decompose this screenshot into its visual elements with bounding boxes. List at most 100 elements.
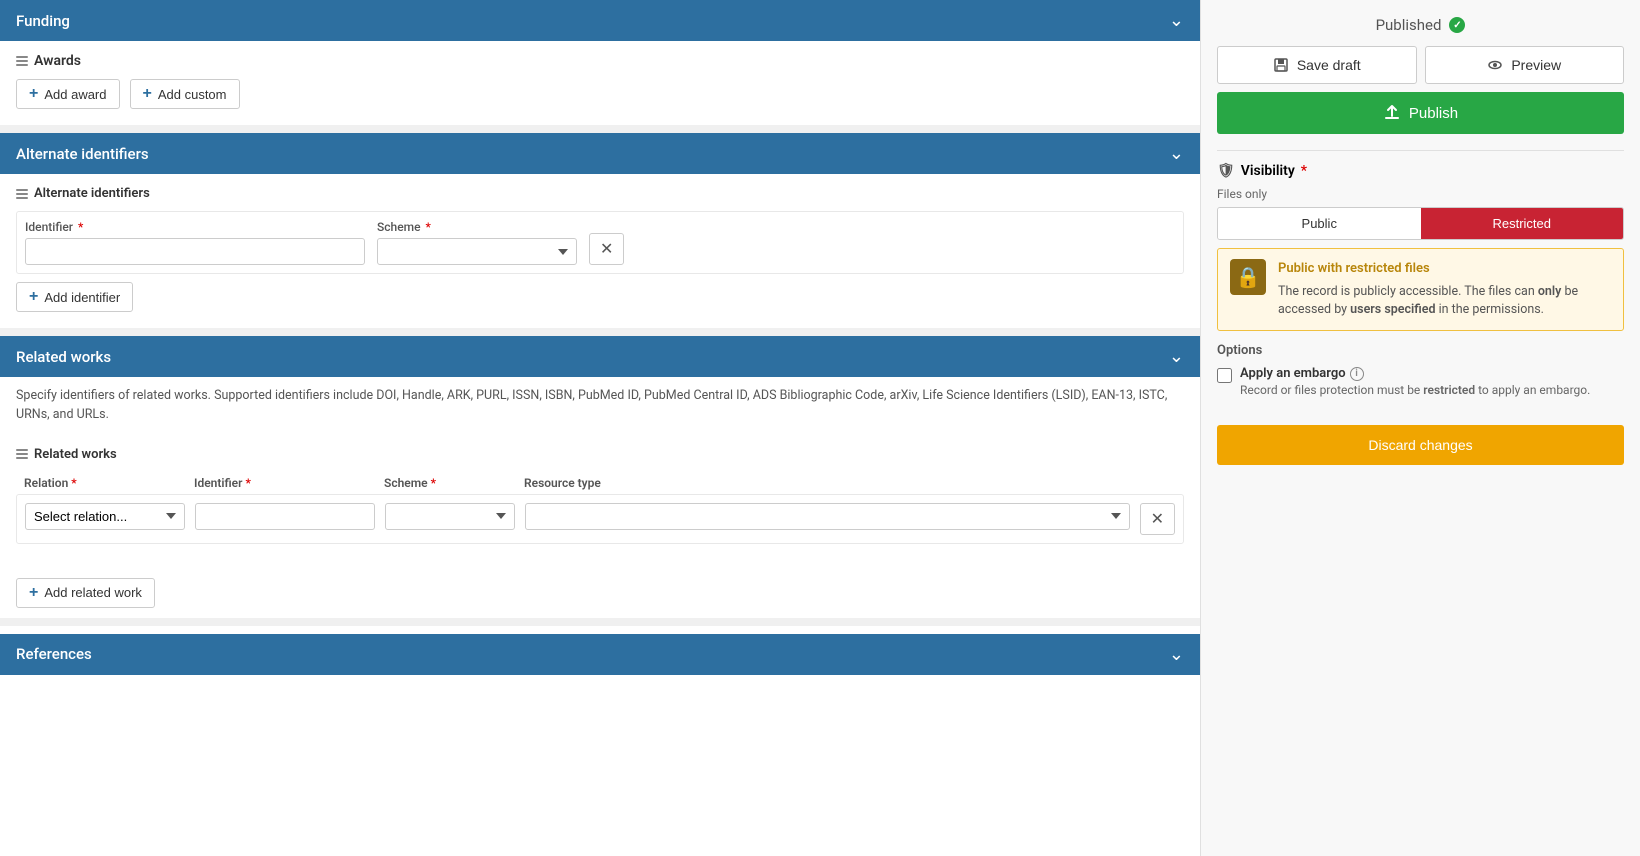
publish-icon xyxy=(1383,104,1401,122)
rw-drag-handle xyxy=(16,449,28,459)
alt-id-subsection-label: Alternate identifiers xyxy=(34,186,150,201)
action-buttons: Save draft Preview xyxy=(1217,46,1624,84)
funding-chevron: ⌄ xyxy=(1169,10,1184,31)
visibility-title: 🛡 Visibility * xyxy=(1217,163,1624,179)
alternate-identifiers-title: Alternate identifiers xyxy=(16,145,149,163)
remove-related-work-button[interactable]: ✕ xyxy=(1140,503,1175,535)
published-dot-icon xyxy=(1449,17,1465,33)
discard-label: Discard changes xyxy=(1368,437,1472,453)
restricted-notice-title: Public with restricted files xyxy=(1278,259,1611,279)
add-identifier-plus-icon: + xyxy=(29,288,38,306)
resource-type-col-header: Resource type xyxy=(524,476,1176,490)
related-scheme-select[interactable] xyxy=(385,503,515,530)
awards-label: Awards xyxy=(34,53,81,69)
add-custom-label: Add custom xyxy=(158,87,227,102)
published-status: Published xyxy=(1217,16,1624,34)
alt-id-drag-handle xyxy=(16,189,28,199)
add-related-work-plus-icon: + xyxy=(29,584,38,602)
related-works-chevron: ⌄ xyxy=(1169,346,1184,367)
related-works-section-header[interactable]: Related works ⌄ xyxy=(0,336,1200,377)
visibility-required: * xyxy=(1301,163,1307,179)
embargo-info-icon[interactable]: i xyxy=(1350,367,1364,381)
visibility-label: Visibility xyxy=(1241,163,1295,179)
related-identifier-input[interactable] xyxy=(195,503,375,530)
scheme-col-header: Scheme * xyxy=(384,476,514,490)
add-identifier-button[interactable]: + Add identifier xyxy=(16,282,133,312)
add-custom-plus-icon: + xyxy=(143,85,152,103)
remove-identifier-button[interactable]: ✕ xyxy=(589,233,624,265)
references-section-header[interactable]: References ⌄ xyxy=(0,634,1200,675)
options-section: Options Apply an embargo i Record or fil… xyxy=(1217,343,1624,397)
visibility-section: 🛡 Visibility * Files only Public Restric… xyxy=(1217,150,1624,409)
add-award-button[interactable]: + Add award xyxy=(16,79,120,109)
save-draft-button[interactable]: Save draft xyxy=(1217,46,1417,84)
references-chevron: ⌄ xyxy=(1169,644,1184,665)
right-panel: Published Save draft Preview Publish xyxy=(1200,0,1640,856)
embargo-label: Apply an embargo i xyxy=(1240,366,1590,381)
notice-line1: The record is publicly accessible. The f… xyxy=(1278,284,1535,299)
related-works-title: Related works xyxy=(16,348,111,366)
related-works-row: Select relation... ✕ xyxy=(16,494,1184,544)
notice-users-specified: users specified xyxy=(1350,302,1435,317)
embargo-label-text: Apply an embargo xyxy=(1240,366,1346,381)
embargo-desc-text1: Record or files protection must be xyxy=(1240,383,1420,397)
related-works-description: Specify identifiers of related works. Su… xyxy=(0,377,1200,435)
restricted-label: Restricted xyxy=(1492,216,1551,231)
left-panel: Funding ⌄ Awards + Add award + Add custo… xyxy=(0,0,1200,856)
scheme-label: Scheme * xyxy=(377,220,577,234)
publish-button[interactable]: Publish xyxy=(1217,92,1624,134)
eye-icon xyxy=(1487,57,1503,73)
embargo-desc: Record or files protection must be restr… xyxy=(1240,383,1590,397)
preview-label: Preview xyxy=(1511,57,1561,73)
alternate-identifiers-section-header[interactable]: Alternate identifiers ⌄ xyxy=(0,133,1200,174)
scheme-group: Scheme * xyxy=(377,220,577,265)
add-award-plus-icon: + xyxy=(29,85,38,103)
add-identifier-label: Add identifier xyxy=(44,290,120,305)
restricted-notice-text: Public with restricted files The record … xyxy=(1278,259,1611,320)
awards-drag-handle xyxy=(16,56,28,66)
identifier-col-header: Identifier * xyxy=(194,476,374,490)
relation-col-header: Relation * xyxy=(24,476,184,490)
discard-changes-button[interactable]: Discard changes xyxy=(1217,425,1624,465)
restricted-notice: 🔒 Public with restricted files The recor… xyxy=(1217,248,1624,331)
related-works-subsection: Related works xyxy=(16,447,1184,462)
alternate-identifiers-subsection: Alternate identifiers xyxy=(16,186,1184,201)
save-icon xyxy=(1273,57,1289,73)
resource-type-select[interactable] xyxy=(525,503,1130,530)
embargo-row: Apply an embargo i Record or files prote… xyxy=(1217,366,1624,397)
divider-3 xyxy=(0,618,1200,626)
embargo-desc-text2: to apply an embargo. xyxy=(1478,383,1590,397)
options-title: Options xyxy=(1217,343,1624,358)
add-custom-button[interactable]: + Add custom xyxy=(130,79,240,109)
embargo-text: Apply an embargo i Record or files prote… xyxy=(1240,366,1590,397)
identifier-group: Identifier * xyxy=(25,220,365,265)
visibility-toggle: Public Restricted xyxy=(1217,207,1624,240)
awards-title: Awards xyxy=(16,53,1184,69)
add-related-work-button[interactable]: + Add related work xyxy=(16,578,155,608)
lock-icon-wrap: 🔒 xyxy=(1230,259,1266,295)
restricted-toggle-button[interactable]: Restricted xyxy=(1421,208,1624,239)
divider-2 xyxy=(0,328,1200,336)
shield-icon: 🛡 xyxy=(1217,163,1235,179)
preview-button[interactable]: Preview xyxy=(1425,46,1625,84)
related-works-subsection-label: Related works xyxy=(34,447,117,462)
related-works-content: Related works Relation * Identifier * Sc… xyxy=(0,435,1200,568)
public-toggle-button[interactable]: Public xyxy=(1218,208,1421,239)
lock-icon: 🔒 xyxy=(1236,265,1261,289)
embargo-checkbox[interactable] xyxy=(1217,368,1232,383)
identifier-row: Identifier * Scheme * ✕ xyxy=(16,211,1184,274)
alternate-identifiers-content: Alternate identifiers Identifier * Schem… xyxy=(0,174,1200,328)
identifier-input[interactable] xyxy=(25,238,365,265)
notice-line3: in the permissions. xyxy=(1439,302,1544,317)
published-label: Published xyxy=(1376,16,1442,34)
identifier-required: * xyxy=(78,220,83,234)
notice-only: only xyxy=(1538,284,1562,299)
references-title: References xyxy=(16,645,92,663)
add-award-label: Add award xyxy=(44,87,106,102)
scheme-select[interactable] xyxy=(377,238,577,265)
scheme-required: * xyxy=(426,220,431,234)
funding-section-header[interactable]: Funding ⌄ xyxy=(0,0,1200,41)
save-draft-label: Save draft xyxy=(1297,57,1361,73)
relation-select[interactable]: Select relation... xyxy=(25,503,185,530)
public-label: Public xyxy=(1302,216,1337,231)
